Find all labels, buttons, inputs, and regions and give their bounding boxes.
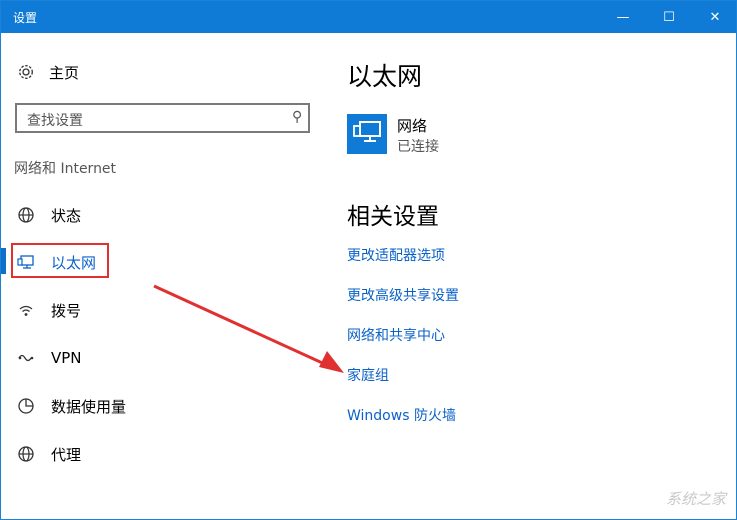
sidebar-item-data-usage[interactable]: 数据使用量 <box>17 393 126 419</box>
close-button[interactable]: ✕ <box>692 1 737 33</box>
sidebar-item-label: 状态 <box>51 206 82 225</box>
active-indicator <box>1 248 6 274</box>
link-firewall[interactable]: Windows 防火墙 <box>347 405 456 425</box>
search-input[interactable]: 查找设置 ⚲ <box>15 103 310 133</box>
page-title: 以太网 <box>347 62 423 91</box>
network-tile[interactable] <box>347 114 387 154</box>
search-icon[interactable]: ⚲ <box>292 109 302 125</box>
vpn-icon <box>17 349 35 367</box>
gear-icon <box>17 63 35 81</box>
link-adapter-options[interactable]: 更改适配器选项 <box>347 245 445 265</box>
network-status: 已连接 <box>397 139 439 155</box>
link-sharing-center[interactable]: 网络和共享中心 <box>347 325 445 345</box>
network-name[interactable]: 网络 <box>397 115 427 136</box>
watermark: 系统之家 <box>665 490 726 508</box>
sidebar-item-status[interactable]: 状态 <box>17 202 81 228</box>
sidebar-item-label: 拨号 <box>51 301 82 320</box>
pie-icon <box>17 397 35 415</box>
window-title: 设置 <box>13 11 38 25</box>
highlight-box <box>11 243 109 278</box>
search-placeholder: 查找设置 <box>27 113 83 129</box>
globe-icon <box>17 445 35 463</box>
home-label: 主页 <box>49 63 80 82</box>
sidebar-item-label: 数据使用量 <box>51 397 127 416</box>
sidebar-item-label: VPN <box>51 349 82 367</box>
sidebar-item-dialup[interactable]: 拨号 <box>17 297 81 323</box>
link-homegroup[interactable]: 家庭组 <box>347 365 389 385</box>
home-nav-item[interactable]: 主页 <box>17 61 79 83</box>
link-advanced-sharing[interactable]: 更改高级共享设置 <box>347 285 459 305</box>
globe-icon <box>17 206 35 224</box>
title-bar[interactable]: 设置 — ☐ ✕ <box>1 1 736 33</box>
settings-window: 设置 — ☐ ✕ 主页 查找设置 ⚲ 网络和 Internet 状态 以太网 拨… <box>0 0 737 520</box>
sidebar-item-label: 代理 <box>51 445 82 464</box>
section-title: 网络和 Internet <box>14 161 117 177</box>
sidebar-item-proxy[interactable]: 代理 <box>17 441 81 467</box>
maximize-button[interactable]: ☐ <box>646 1 692 33</box>
dialup-icon <box>17 301 35 319</box>
monitor-icon <box>352 119 382 149</box>
sidebar-item-vpn[interactable]: VPN <box>17 345 82 371</box>
related-settings-heading: 相关设置 <box>347 204 439 230</box>
minimize-button[interactable]: — <box>600 1 646 33</box>
